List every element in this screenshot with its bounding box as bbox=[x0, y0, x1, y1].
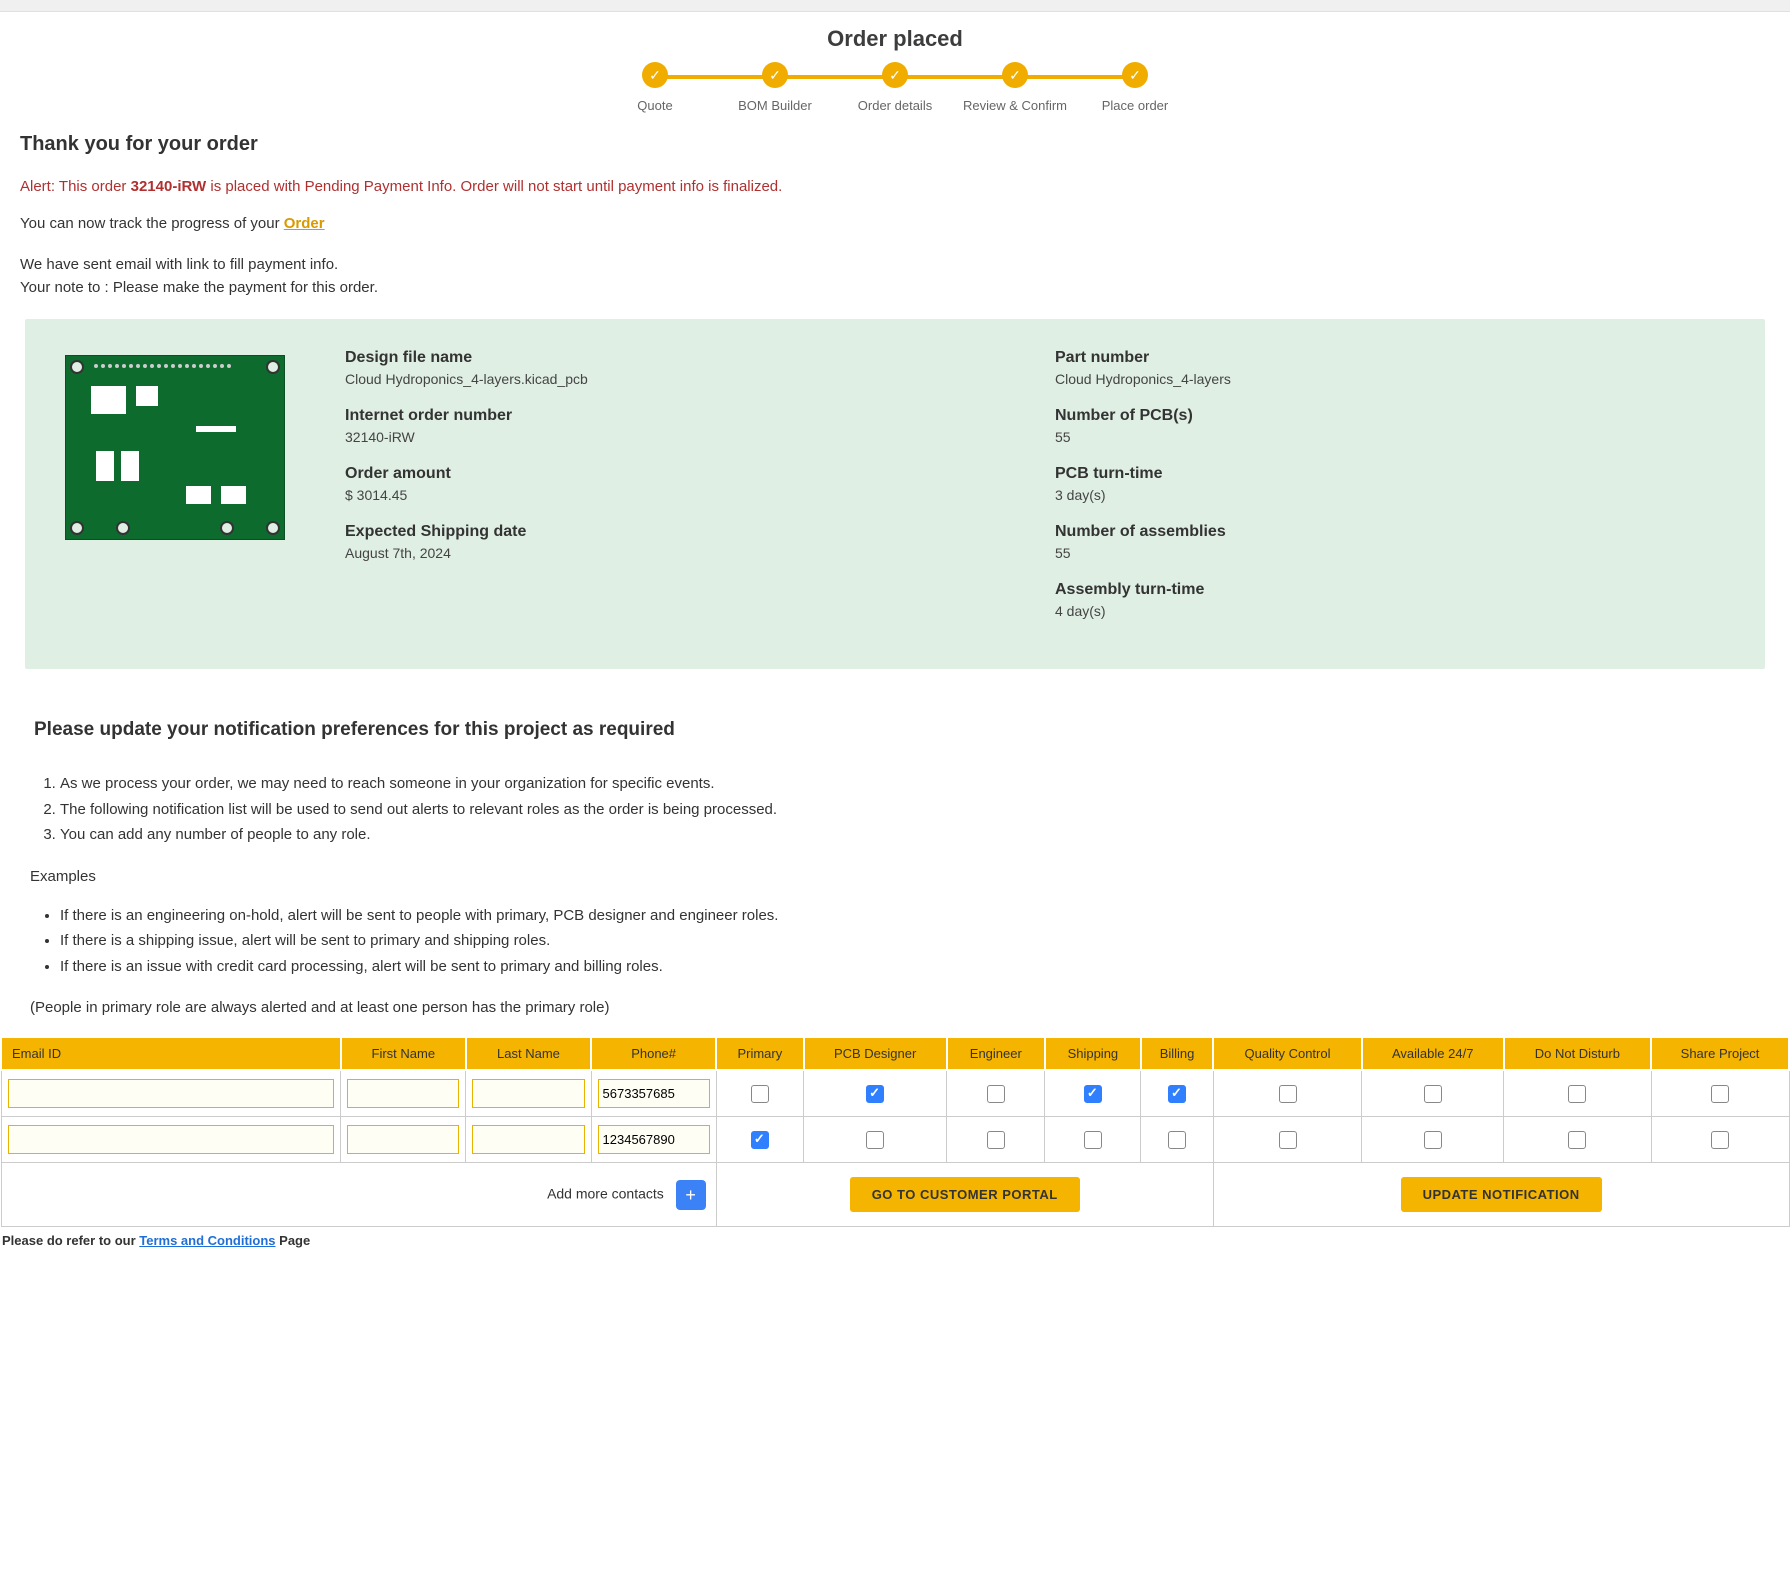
examples-label: Examples bbox=[30, 868, 1770, 885]
step-check-icon: ✓ bbox=[762, 62, 788, 88]
table-row bbox=[1, 1117, 1789, 1163]
step-check-icon: ✓ bbox=[1122, 62, 1148, 88]
assembly-turn-time-label: Assembly turn-time bbox=[1055, 581, 1725, 599]
checkbox[interactable] bbox=[1279, 1131, 1297, 1149]
checkbox[interactable] bbox=[1568, 1085, 1586, 1103]
internet-order-number-value: 32140-iRW bbox=[345, 429, 1015, 445]
terms-line: Please do refer to our Terms and Conditi… bbox=[0, 1227, 1790, 1254]
design-file-name-value: Cloud Hydroponics_4-layers.kicad_pcb bbox=[345, 371, 1015, 387]
design-file-name-label: Design file name bbox=[345, 349, 1015, 367]
checkbox[interactable] bbox=[1279, 1085, 1297, 1103]
progress-stepper: ✓ Quote ✓ BOM Builder ✓ Order details ✓ Revi… bbox=[0, 62, 1790, 113]
step-check-icon: ✓ bbox=[882, 62, 908, 88]
assembly-turn-time-value: 4 day(s) bbox=[1055, 603, 1725, 619]
first-input[interactable] bbox=[347, 1079, 459, 1108]
email-info: We have sent email with link to fill pay… bbox=[20, 254, 1770, 299]
checkbox[interactable] bbox=[987, 1131, 1005, 1149]
terms-and-conditions-link[interactable]: Terms and Conditions bbox=[139, 1233, 275, 1248]
email-input[interactable] bbox=[8, 1079, 335, 1108]
part-number-label: Part number bbox=[1055, 349, 1725, 367]
col-pcb-designer: PCB Designer bbox=[804, 1037, 947, 1070]
expected-shipping-value: August 7th, 2024 bbox=[345, 545, 1015, 561]
step-check-icon: ✓ bbox=[642, 62, 668, 88]
last-input[interactable] bbox=[472, 1125, 584, 1154]
add-more-contacts-label: Add more contacts bbox=[547, 1185, 664, 1201]
number-of-pcbs-label: Number of PCB(s) bbox=[1055, 407, 1725, 425]
number-of-pcbs-value: 55 bbox=[1055, 429, 1725, 445]
col-billing: Billing bbox=[1141, 1037, 1213, 1070]
examples-list: If there is an engineering on-hold, aler… bbox=[60, 903, 1770, 980]
col-available-247: Available 24/7 bbox=[1362, 1037, 1504, 1070]
checkbox[interactable] bbox=[866, 1085, 884, 1103]
expected-shipping-label: Expected Shipping date bbox=[345, 523, 1015, 541]
col-first-name: First Name bbox=[341, 1037, 466, 1070]
checkbox[interactable] bbox=[751, 1085, 769, 1103]
first-input[interactable] bbox=[347, 1125, 459, 1154]
alert-order-number: 32140-iRW bbox=[131, 178, 207, 195]
col-share-project: Share Project bbox=[1651, 1037, 1789, 1070]
checkbox[interactable] bbox=[1424, 1085, 1442, 1103]
pcb-turn-time-label: PCB turn-time bbox=[1055, 465, 1725, 483]
checkbox[interactable] bbox=[866, 1131, 884, 1149]
checkbox[interactable] bbox=[751, 1131, 769, 1149]
phone-input[interactable] bbox=[598, 1125, 710, 1154]
internet-order-number-label: Internet order number bbox=[345, 407, 1015, 425]
order-summary-card: Design file name Cloud Hydroponics_4-laye… bbox=[25, 319, 1765, 669]
part-number-value: Cloud Hydroponics_4-layers bbox=[1055, 371, 1725, 387]
number-of-assemblies-label: Number of assemblies bbox=[1055, 523, 1725, 541]
col-do-not-disturb: Do Not Disturb bbox=[1504, 1037, 1651, 1070]
checkbox[interactable] bbox=[1084, 1085, 1102, 1103]
thank-you-heading: Thank you for your order bbox=[20, 133, 1770, 156]
col-email: Email ID bbox=[1, 1037, 341, 1070]
number-of-assemblies-value: 55 bbox=[1055, 545, 1725, 561]
step-label: Quote bbox=[637, 98, 672, 113]
checkbox[interactable] bbox=[1168, 1085, 1186, 1103]
checkbox[interactable] bbox=[1711, 1131, 1729, 1149]
email-input[interactable] bbox=[8, 1125, 335, 1154]
checkbox[interactable] bbox=[1711, 1085, 1729, 1103]
order-amount-label: Order amount bbox=[345, 465, 1015, 483]
checkbox[interactable] bbox=[1424, 1131, 1442, 1149]
col-quality-control: Quality Control bbox=[1213, 1037, 1362, 1070]
payment-alert: Alert: This order 32140-iRW is placed wi… bbox=[20, 178, 1770, 195]
col-last-name: Last Name bbox=[466, 1037, 591, 1070]
pcb-turn-time-value: 3 day(s) bbox=[1055, 487, 1725, 503]
last-input[interactable] bbox=[472, 1079, 584, 1108]
order-amount-value: $ 3014.45 bbox=[345, 487, 1015, 503]
col-primary: Primary bbox=[716, 1037, 803, 1070]
checkbox[interactable] bbox=[1568, 1131, 1586, 1149]
pcb-preview-image bbox=[65, 355, 285, 540]
col-engineer: Engineer bbox=[947, 1037, 1045, 1070]
table-row bbox=[1, 1070, 1789, 1117]
phone-input[interactable] bbox=[598, 1079, 710, 1108]
checkbox[interactable] bbox=[1168, 1131, 1186, 1149]
primary-role-note: (People in primary role are always alert… bbox=[30, 999, 1770, 1016]
step-label: Review & Confirm bbox=[963, 98, 1067, 113]
track-order-line: You can now track the progress of your O… bbox=[20, 215, 1770, 232]
step-check-icon: ✓ bbox=[1002, 62, 1028, 88]
top-bar bbox=[0, 0, 1790, 12]
add-contact-button[interactable]: + bbox=[676, 1180, 706, 1210]
notification-info-list: As we process your order, we may need to… bbox=[60, 771, 1770, 848]
notification-preferences-heading: Please update your notification preferen… bbox=[34, 719, 1770, 741]
checkbox[interactable] bbox=[1084, 1131, 1102, 1149]
step-label: BOM Builder bbox=[738, 98, 812, 113]
step-label: Place order bbox=[1102, 98, 1168, 113]
page-title: Order placed bbox=[0, 26, 1790, 52]
update-notification-button[interactable]: UPDATE NOTIFICATION bbox=[1401, 1177, 1602, 1212]
step-label: Order details bbox=[858, 98, 932, 113]
checkbox[interactable] bbox=[987, 1085, 1005, 1103]
col-shipping: Shipping bbox=[1045, 1037, 1141, 1070]
go-to-customer-portal-button[interactable]: GO TO CUSTOMER PORTAL bbox=[850, 1177, 1080, 1212]
notification-table: Email ID First Name Last Name Phone# Pri… bbox=[0, 1036, 1790, 1227]
col-phone: Phone# bbox=[591, 1037, 716, 1070]
order-link[interactable]: Order bbox=[284, 215, 325, 232]
